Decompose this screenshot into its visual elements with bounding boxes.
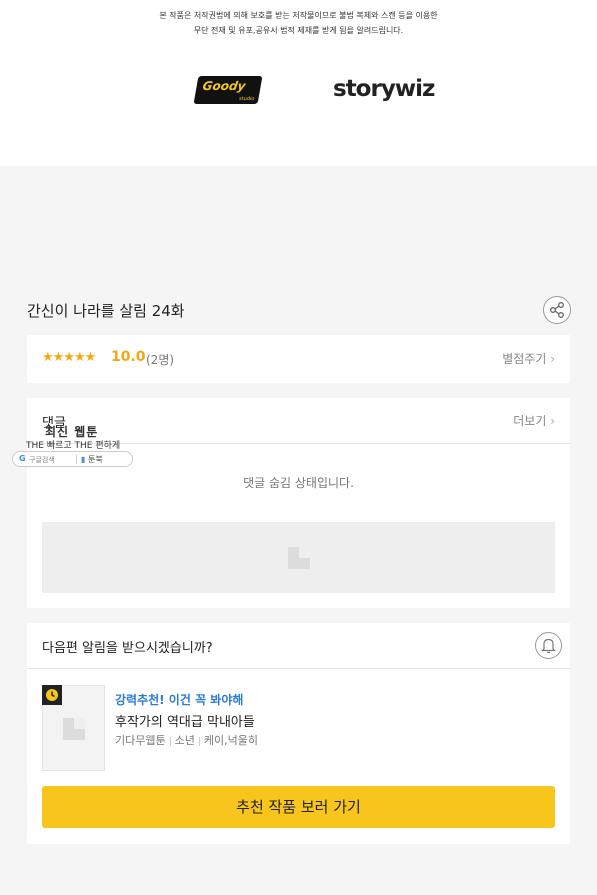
- recommended-meta: 기다무웹툰 소년 케이,넉울히: [115, 732, 258, 748]
- goody-logo-text: Goody: [201, 79, 247, 93]
- divider: [76, 455, 77, 464]
- chevron-right-icon: ›: [546, 352, 555, 366]
- episode-title: 간신이 나라를 살림 24화: [27, 302, 185, 320]
- ad-placeholder: [42, 522, 555, 593]
- recommendation-label: 강력추천! 이건 꼭 봐야해: [115, 693, 244, 707]
- google-icon: G: [19, 454, 26, 463]
- widget-subtitle: THE 빠르고 THE 편하게: [26, 441, 121, 451]
- goody-logo-sub: studio: [238, 96, 255, 102]
- notification-bell-button[interactable]: [535, 632, 562, 659]
- share-button[interactable]: [543, 296, 571, 324]
- image-placeholder-icon: [63, 718, 85, 740]
- meta-publisher: 기다무웹툰: [115, 734, 166, 747]
- goody-studio-logo: Goody studio: [193, 76, 263, 104]
- rating-card: ★★★★★ 10.0 (2명) 별점주기 ›: [27, 335, 570, 383]
- notification-card: 다음편 알림을 받으시겠습니까? 강력추천! 이건 꼭 봐야해 후작가의 역대급…: [27, 623, 570, 844]
- meta-author: 케이,넉울히: [203, 734, 258, 747]
- share-icon: [550, 302, 564, 318]
- recommended-title[interactable]: 후작가의 역대급 막내아들: [115, 711, 255, 730]
- notice-line-1: 본 작품은 저작권법에 의해 보호를 받는 저작물이므로 불법 복제와 스캔 등…: [159, 11, 438, 20]
- notice-line-2: 무단 전재 및 유포,공유시 법적 제재를 받게 됨을 알려드립니다.: [193, 26, 404, 35]
- rating-score: 10.0: [111, 349, 146, 365]
- rate-button[interactable]: 별점주기 ›: [502, 350, 555, 367]
- comments-hidden-message: 댓글 숨김 상태입니다.: [243, 476, 354, 490]
- image-placeholder-icon: [288, 547, 310, 569]
- rating-count: (2명): [146, 353, 175, 367]
- book-icon: ▮: [81, 455, 86, 464]
- bell-icon: [541, 638, 556, 654]
- clock-icon: [46, 689, 58, 701]
- meta-genre: 소년: [174, 734, 195, 747]
- widget-search-pill[interactable]: G 구글검색 ▮ 툰북: [12, 451, 133, 467]
- latest-webtoon-widget[interactable]: 최신 웹툰 THE 빠르고 THE 편하게 G 구글검색 ▮ 툰북: [12, 422, 134, 468]
- divider: [27, 668, 570, 669]
- comments-more-link[interactable]: 더보기 ›: [513, 412, 555, 429]
- chevron-right-icon: ›: [546, 414, 555, 428]
- wait-free-badge: [42, 685, 62, 705]
- copyright-footer: 본 작품은 저작권법에 의해 보호를 받는 저작물이므로 불법 복제와 스캔 등…: [0, 0, 597, 166]
- storywiz-logo: storywiz: [333, 76, 435, 102]
- copyright-notice: 본 작품은 저작권법에 의해 보호를 받는 저작물이므로 불법 복제와 스캔 등…: [0, 8, 597, 38]
- toonbook-label: 툰북: [87, 455, 103, 464]
- divider: [169, 736, 171, 746]
- notification-question: 다음편 알림을 받으시겠습니까?: [42, 641, 213, 656]
- rate-button-label: 별점주기: [502, 352, 547, 366]
- toonbook-link[interactable]: ▮ 툰북: [81, 454, 103, 465]
- divider: [198, 736, 200, 746]
- go-recommended-button[interactable]: 추천 작품 보러 가기: [42, 786, 555, 828]
- comments-more-label: 더보기: [513, 414, 547, 428]
- google-search-label: 구글검색: [29, 456, 55, 464]
- star-rating: ★★★★★: [42, 350, 96, 365]
